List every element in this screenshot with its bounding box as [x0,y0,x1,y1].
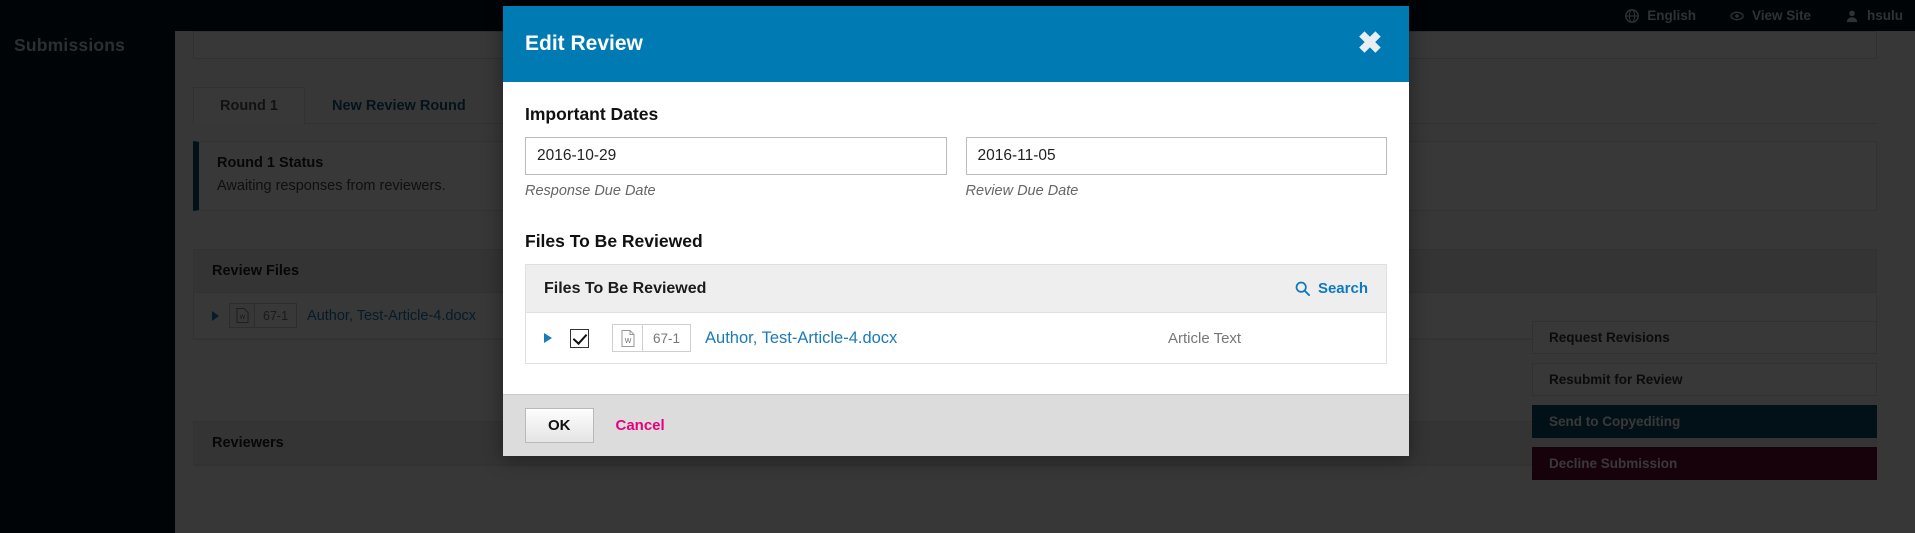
file-id: 67-1 [643,325,690,351]
search-button[interactable]: Search [1295,280,1368,297]
file-link[interactable]: Author, Test-Article-4.docx [705,329,897,348]
screen: Test Journal A Submissions English View … [0,0,1915,533]
expand-icon [544,333,552,343]
svg-text:W: W [624,338,631,345]
file-badge: W 67-1 [612,324,691,352]
search-icon [1295,281,1310,296]
response-due-group: Response Due Date [525,137,947,199]
modal-header: Edit Review ✖ [503,6,1409,82]
row-checkbox-cell[interactable] [570,329,612,348]
search-label: Search [1318,280,1368,297]
table-row[interactable]: W 67-1 Author, Test-Article-4.docx Artic… [526,313,1386,363]
file-select-checkbox[interactable] [570,329,589,348]
review-due-date-label: Review Due Date [966,183,1388,199]
review-due-group: Review Due Date [966,137,1388,199]
word-doc-icon: W [613,325,643,351]
important-dates-row: Response Due Date Review Due Date [525,137,1387,199]
important-dates-heading: Important Dates [525,104,1387,125]
cancel-button[interactable]: Cancel [616,417,665,434]
close-icon[interactable]: ✖ [1353,27,1387,61]
row-expander[interactable] [544,333,570,343]
files-to-be-reviewed-heading: Files To Be Reviewed [525,231,1387,252]
modal-footer: OK Cancel [503,394,1409,456]
response-due-date-label: Response Due Date [525,183,947,199]
files-to-be-reviewed-grid: Files To Be Reviewed Search [525,264,1387,364]
review-due-date-input[interactable] [966,137,1388,175]
files-grid-title: Files To Be Reviewed [544,280,706,298]
response-due-date-input[interactable] [525,137,947,175]
row-file-cell: W 67-1 Author, Test-Article-4.docx [612,324,1168,352]
file-genre: Article Text [1168,330,1368,347]
files-grid-header: Files To Be Reviewed Search [526,265,1386,313]
edit-review-modal: Edit Review ✖ Important Dates Response D… [503,6,1409,456]
ok-button[interactable]: OK [525,408,594,443]
modal-title: Edit Review [525,32,643,56]
modal-body: Important Dates Response Due Date Review… [503,82,1409,394]
